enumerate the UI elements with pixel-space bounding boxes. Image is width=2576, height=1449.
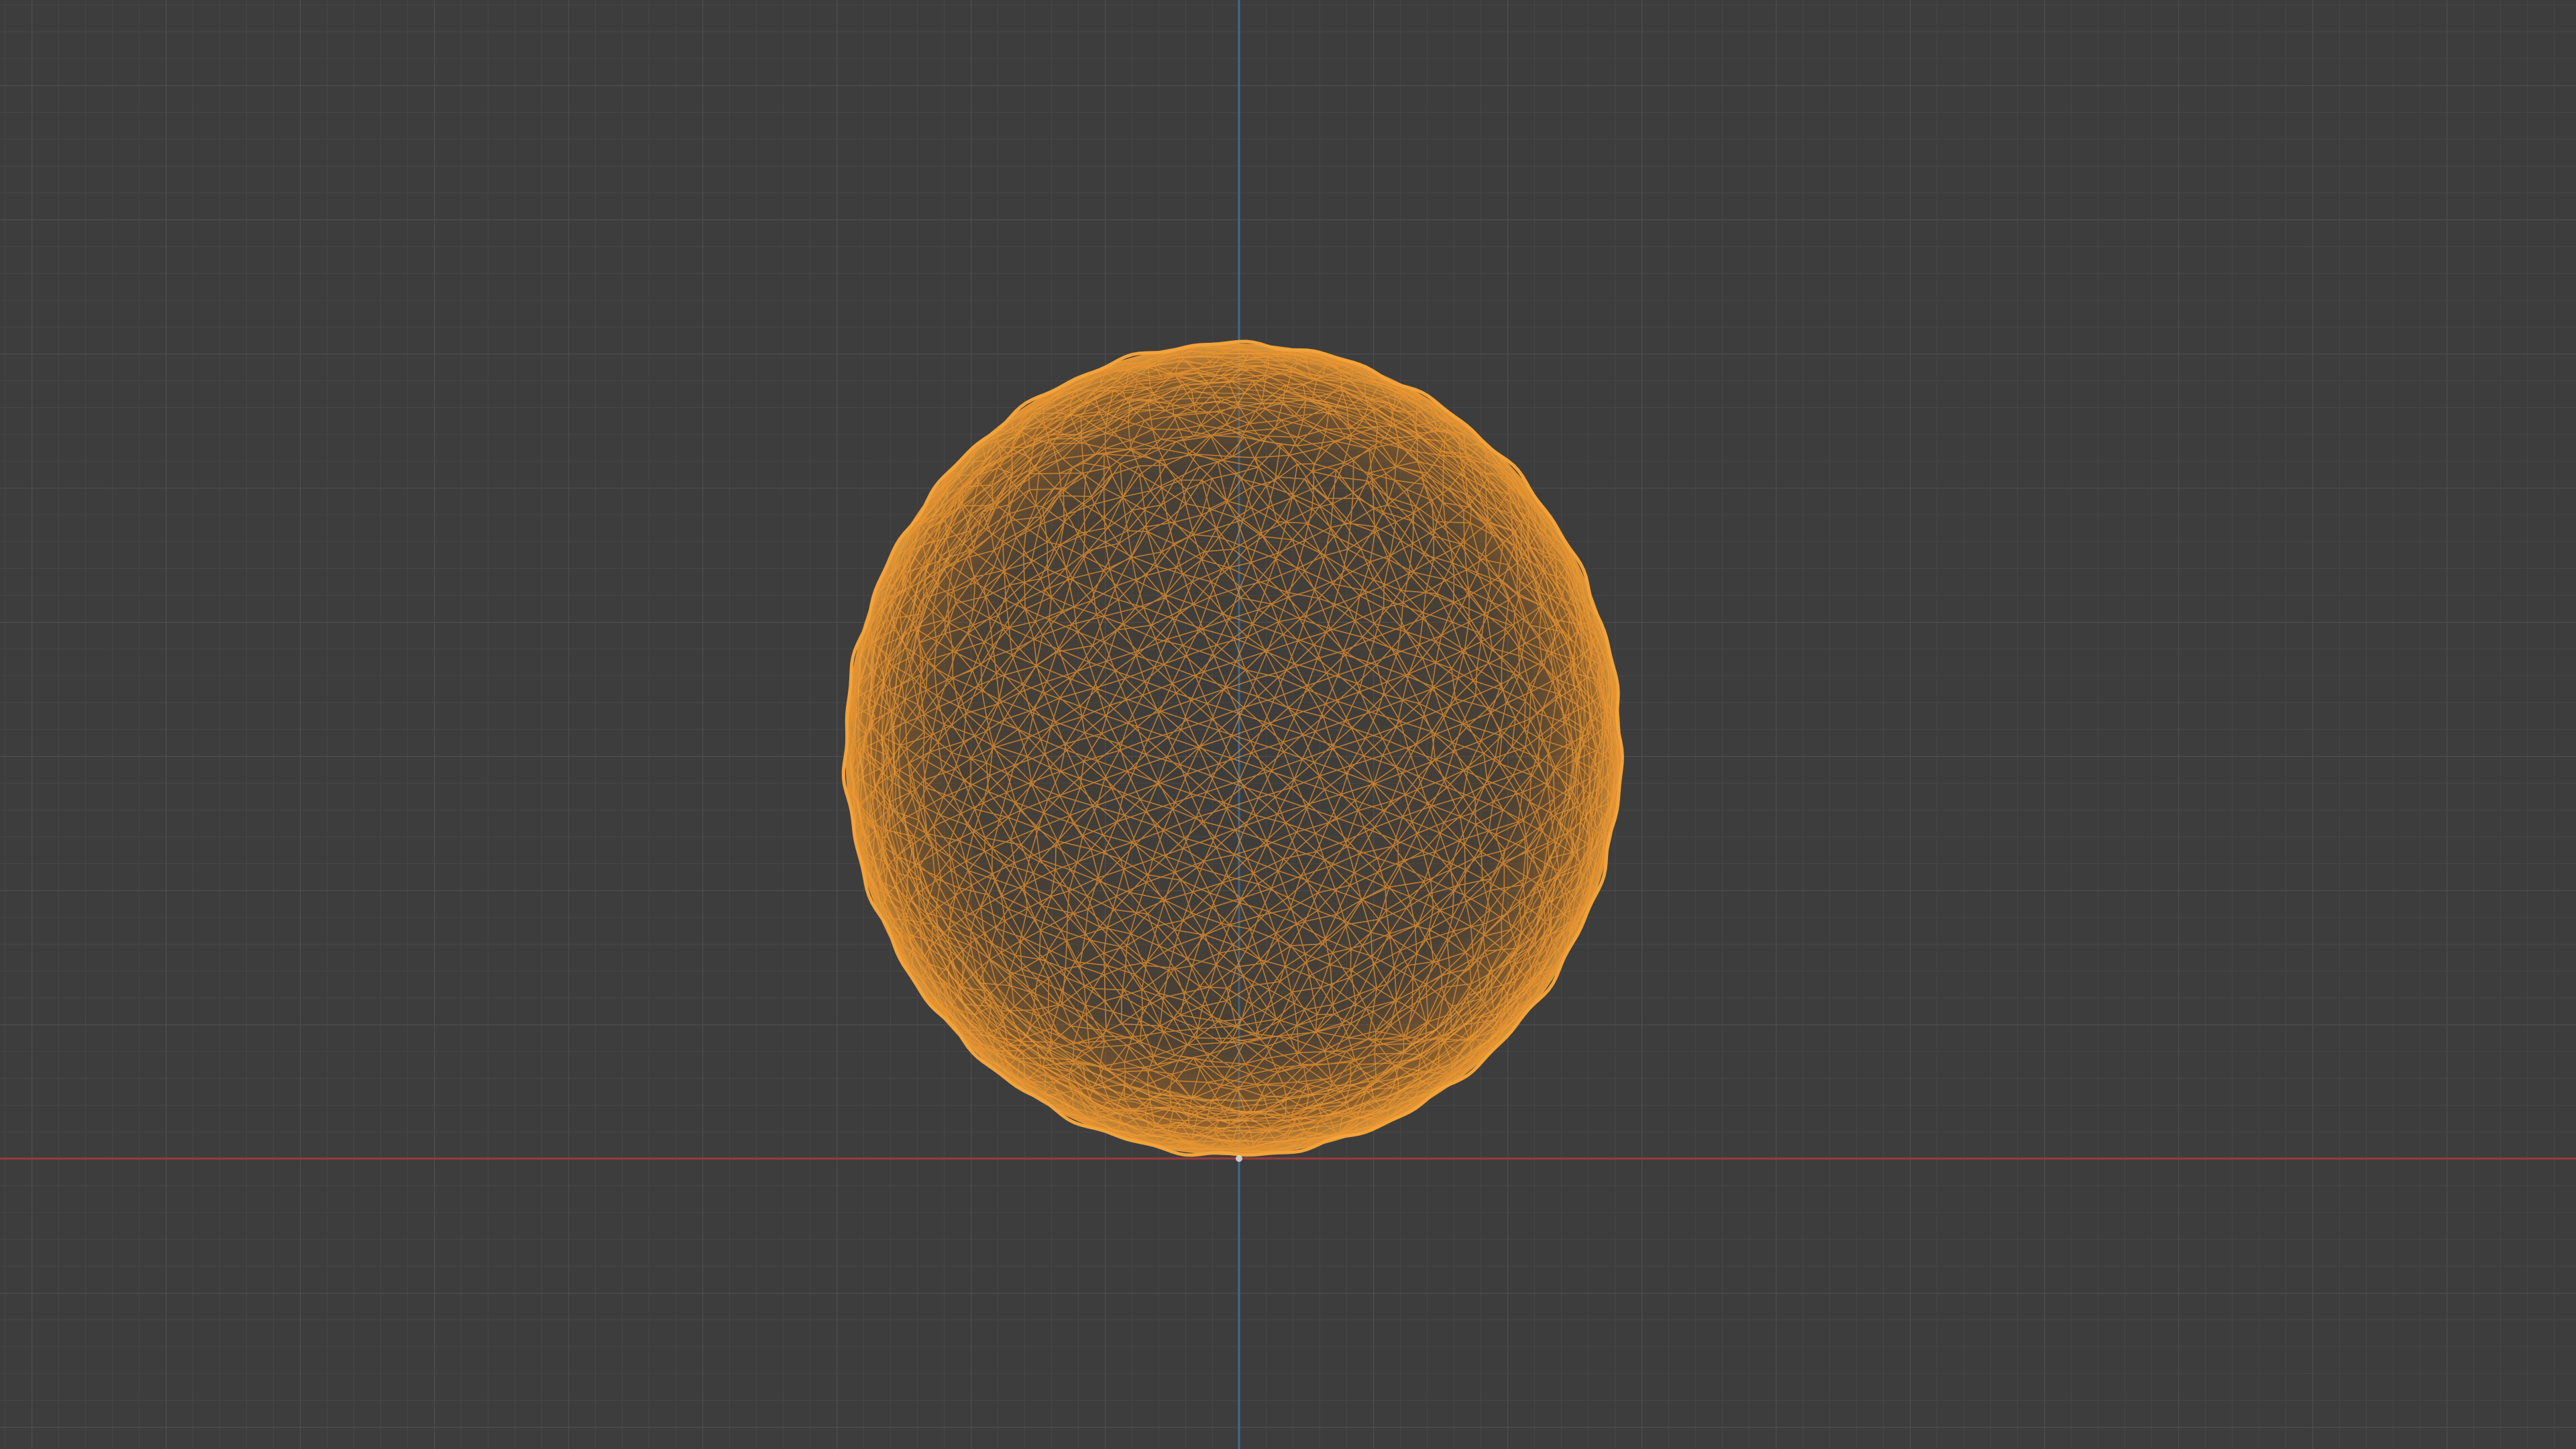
3d-viewport[interactable] bbox=[0, 0, 2576, 1449]
origin-icon[interactable] bbox=[1236, 1155, 1242, 1162]
viewport-canvas[interactable] bbox=[0, 0, 2576, 1449]
